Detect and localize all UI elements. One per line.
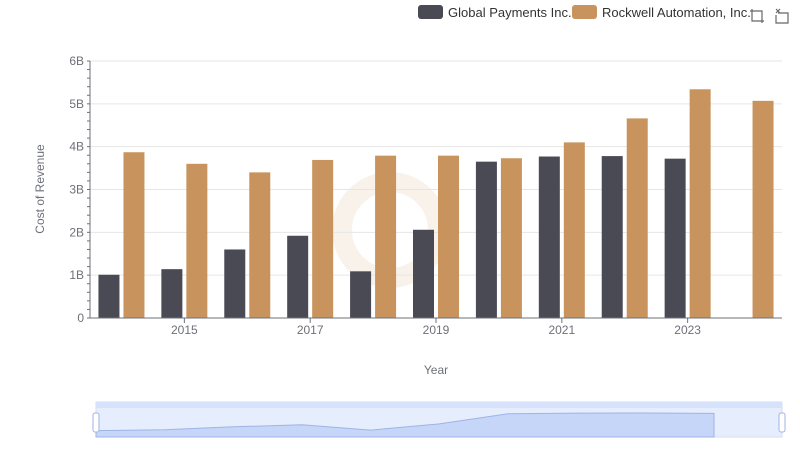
bar-global-payments-2015[interactable] xyxy=(161,269,183,318)
bar-rockwell-2020[interactable] xyxy=(500,158,522,318)
y-tick-label: 5B xyxy=(69,97,84,111)
x-axis: 2015 2017 2019 2021 2023 xyxy=(90,317,782,337)
y-axis-title: Cost of Revenue xyxy=(33,144,47,234)
legend-label-rockwell: Rockwell Automation, Inc. xyxy=(602,5,751,20)
bar-global-payments-2018[interactable] xyxy=(350,271,372,318)
bar-rockwell-2019[interactable] xyxy=(438,155,459,318)
bar-rockwell-2017[interactable] xyxy=(312,159,334,318)
y-tick-label: 3B xyxy=(69,183,84,197)
bar-rockwell-2023[interactable] xyxy=(689,89,711,319)
bar-rockwell-2014[interactable] xyxy=(123,152,145,318)
bar-rockwell-2024[interactable] xyxy=(752,100,774,319)
bar-global-payments-2021[interactable] xyxy=(538,156,560,318)
y-tick-label: 6B xyxy=(69,54,84,68)
bar-rockwell-2015[interactable] xyxy=(186,163,208,318)
legend-swatch-global-payments xyxy=(418,5,443,19)
legend-label-global-payments: Global Payments Inc. xyxy=(448,5,572,20)
bar-global-payments-2019[interactable] xyxy=(413,229,434,318)
y-axis: 0 1B 2B 3B 4B 5B 6B xyxy=(69,54,91,325)
zoom-handle-left[interactable] xyxy=(92,412,100,433)
x-tick-label: 2023 xyxy=(674,323,701,337)
bar-rockwell-2021[interactable] xyxy=(563,142,585,318)
legend-swatch-rockwell xyxy=(572,5,597,19)
bar-rockwell-2016[interactable] xyxy=(249,172,271,318)
chart: Global Payments Inc. Rockwell Automation… xyxy=(33,5,789,438)
bar-global-payments-2016[interactable] xyxy=(224,249,246,318)
bar-rockwell-2018[interactable] xyxy=(375,155,397,318)
bar-global-payments-2022[interactable] xyxy=(601,156,623,318)
data-zoom-slider[interactable] xyxy=(92,401,786,438)
bar-rockwell-2022[interactable] xyxy=(626,118,648,318)
zoom-top-bar[interactable] xyxy=(96,402,782,408)
legend-item-rockwell[interactable]: Rockwell Automation, Inc. xyxy=(572,5,751,20)
y-tick-label: 1B xyxy=(69,268,84,282)
x-axis-title: Year xyxy=(424,363,448,377)
zoom-handle-right[interactable] xyxy=(778,412,786,433)
y-tick-label: 0 xyxy=(77,311,84,325)
bar-global-payments-2014[interactable] xyxy=(98,274,120,318)
y-tick-label: 4B xyxy=(69,140,84,154)
x-tick-label: 2019 xyxy=(423,323,450,337)
bar-global-payments-2017[interactable] xyxy=(287,235,309,318)
zoom-icon[interactable] xyxy=(750,9,764,23)
x-tick-label: 2017 xyxy=(297,323,324,337)
y-tick-label: 2B xyxy=(69,225,84,239)
legend-item-global-payments[interactable]: Global Payments Inc. xyxy=(418,5,572,20)
legend: Global Payments Inc. Rockwell Automation… xyxy=(418,5,751,20)
x-tick-label: 2021 xyxy=(548,323,575,337)
bar-global-payments-2020[interactable] xyxy=(475,161,497,318)
x-tick-label: 2015 xyxy=(171,323,198,337)
reset-icon[interactable] xyxy=(775,8,789,24)
bar-global-payments-2023[interactable] xyxy=(664,158,686,318)
